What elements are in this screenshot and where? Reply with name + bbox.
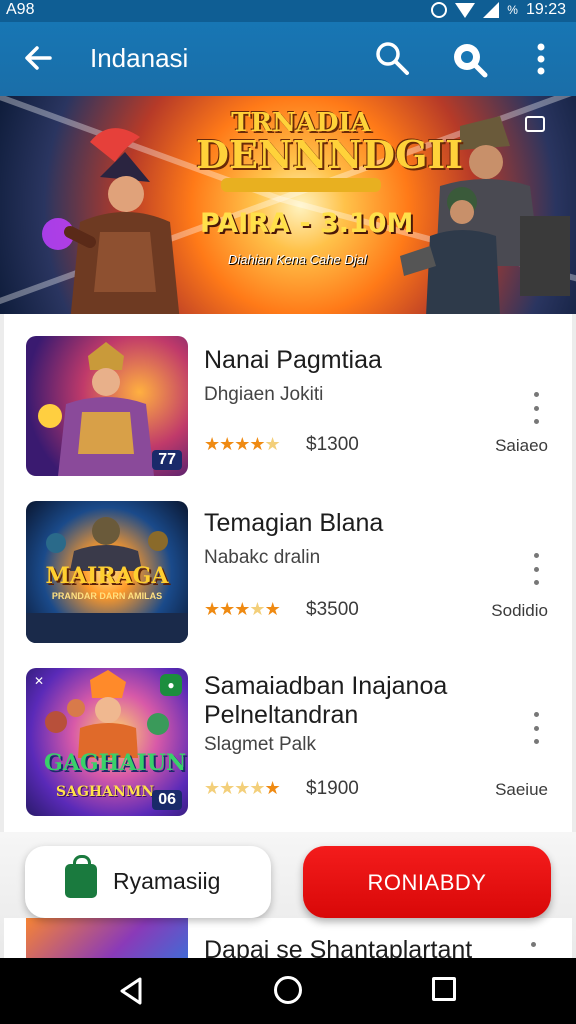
search-icon[interactable]	[372, 38, 412, 78]
list-item[interactable]: Dapai se Shantaplartant	[4, 918, 572, 958]
item-name-line2: Pelneltandran	[204, 701, 359, 729]
item-subtitle: Nabakc dralin	[204, 547, 321, 568]
item-more-icon[interactable]	[531, 942, 536, 947]
list-item[interactable]: 77 Nanai Pagmtiaa Dhgiaen Jokiti ★★★★★ $…	[4, 336, 572, 478]
status-bar: A98 % 19:23	[0, 0, 576, 22]
battery-icon: %	[507, 3, 518, 17]
item-name-line1: Samaiadban Inajanoa	[204, 672, 448, 700]
item-tag: Sodidio	[491, 601, 548, 620]
item-subtitle: Dhgiaen Jokiti	[204, 384, 324, 405]
banner-headline: TRNADIA DENNNDGII	[196, 110, 464, 192]
item-price: $1300	[306, 434, 359, 455]
item-thumbnail	[26, 918, 188, 958]
banner-tagline: Diahian Kena Cahe Djal	[228, 252, 367, 267]
thumbnail-logo: GAGHAIUN	[44, 750, 187, 776]
alarm-icon	[431, 2, 448, 18]
shop-button-label: Ryamasiig	[113, 868, 221, 894]
signal-icon	[483, 2, 500, 18]
share-icon[interactable]	[525, 116, 545, 132]
rating-stars: ★★★★★	[204, 599, 281, 619]
thumbnail-badge: 77	[152, 450, 182, 470]
more-vert-icon[interactable]	[526, 40, 556, 78]
thumbnail-caption: SAGHANMN	[56, 784, 155, 800]
list-item[interactable]: MAIRAGA PRANDAR DARN AMILAS Temagian Bla…	[4, 501, 572, 643]
app-bar: Indanasi	[0, 22, 576, 96]
back-arrow-icon[interactable]	[20, 39, 58, 77]
primary-action-button[interactable]: RONIABDY	[303, 846, 551, 918]
banner-headline-line2: DENNNDGII	[196, 132, 464, 177]
clock: 19:23	[525, 1, 566, 18]
item-thumbnail: MAIRAGA PRANDAR DARN AMILAS	[26, 501, 188, 643]
nav-recents-icon[interactable]	[432, 977, 456, 1001]
system-nav-bar	[0, 958, 576, 1024]
primary-action-label: RONIABDY	[367, 870, 487, 895]
item-name: Temagian Blana	[204, 509, 384, 537]
item-tag: Saiaeo	[495, 436, 548, 455]
carrier-label: A98	[6, 1, 35, 18]
thumbnail-close-icon: ✕	[34, 674, 45, 688]
item-more-icon[interactable]	[526, 712, 546, 744]
shopping-bag-icon	[65, 855, 97, 898]
item-tag: Saeiue	[495, 780, 548, 799]
search-alt-icon[interactable]	[448, 38, 490, 80]
rating-stars: ★★★★★	[204, 778, 281, 798]
shop-button[interactable]: Ryamasiig	[25, 846, 271, 918]
list-item[interactable]: ✕ ● GAGHAIUN SAGHANMN 06 Samaiadban Inaj…	[4, 668, 572, 818]
item-price: $1900	[306, 778, 359, 799]
item-name: Nanai Pagmtiaa	[204, 346, 382, 374]
item-thumbnail: ✕ ● GAGHAIUN SAGHANMN 06	[26, 668, 188, 816]
item-more-icon[interactable]	[526, 392, 546, 424]
app-screen: A98 % 19:23 Indanasi TRNADIA DENNNDGII P…	[0, 0, 576, 1024]
page-title: Indanasi	[90, 43, 189, 73]
rating-stars: ★★★★★	[204, 434, 281, 454]
promo-banner[interactable]: TRNADIA DENNNDGII PAIRA - 3.10M Diahian …	[0, 96, 576, 314]
thumbnail-subtitle: PRANDAR DARN AMILAS	[51, 591, 163, 601]
headline-ribbon	[221, 178, 381, 192]
nav-home-icon[interactable]	[274, 976, 302, 1004]
banner-price: PAIRA - 3.10M	[200, 208, 414, 239]
thumbnail-badge: 06	[152, 790, 182, 810]
status-icons: % 19:23	[431, 1, 566, 19]
item-subtitle: Slagmet Palk	[204, 734, 316, 755]
app-list: 77 Nanai Pagmtiaa Dhgiaen Jokiti ★★★★★ $…	[4, 314, 572, 832]
thumbnail-title: MAIRAGA	[45, 563, 169, 589]
item-price: $3500	[306, 599, 359, 620]
nav-back-icon[interactable]	[116, 976, 146, 1006]
item-name: Dapai se Shantaplartant	[204, 936, 473, 958]
thumbnail-corner-badge: ●	[160, 674, 182, 696]
wifi-icon	[455, 2, 476, 18]
item-thumbnail: 77	[26, 336, 188, 476]
item-more-icon[interactable]	[526, 553, 546, 585]
hero-left-illustration	[42, 128, 180, 314]
